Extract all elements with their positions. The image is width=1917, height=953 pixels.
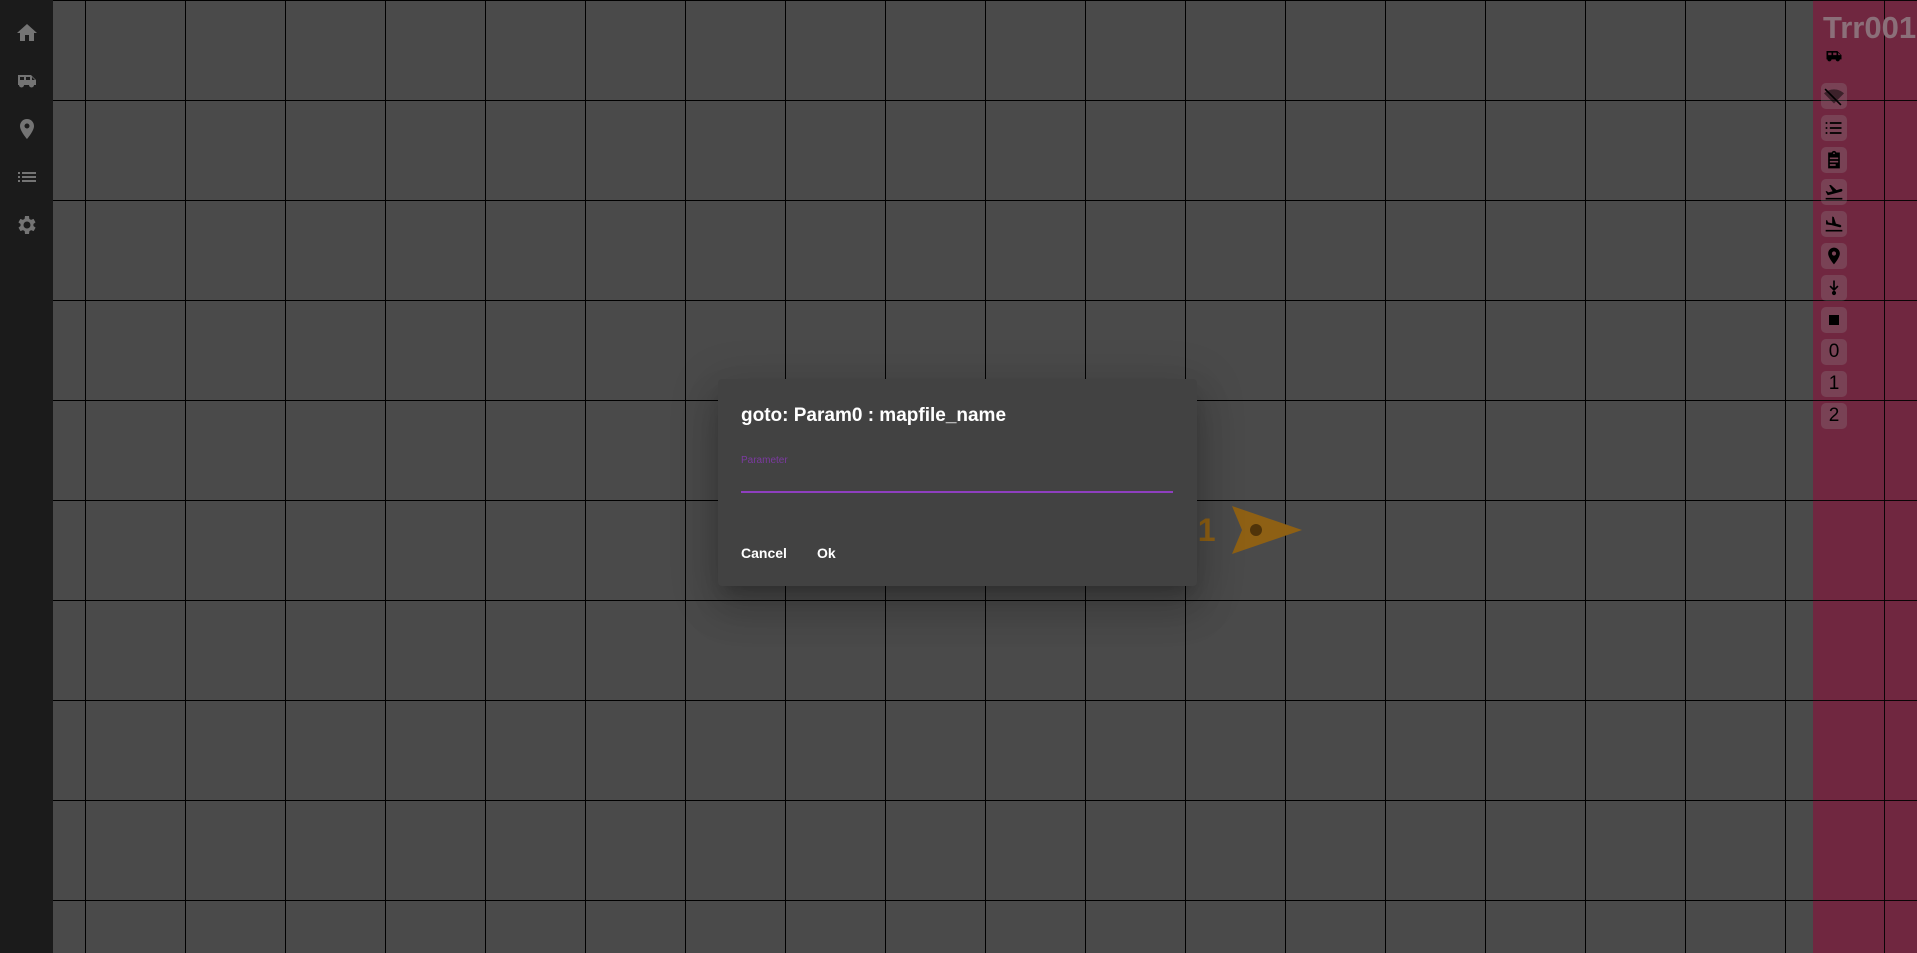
param-input[interactable] (741, 467, 1173, 493)
ok-button[interactable]: Ok (805, 535, 848, 571)
param-field-label: Parameter (741, 455, 788, 466)
dialog-title: goto: Param0 : mapfile_name (741, 405, 1007, 426)
cancel-button[interactable]: Cancel (729, 535, 799, 571)
param-dialog: goto: Param0 : mapfile_name Parameter Ca… (718, 379, 1197, 586)
app-root: 01 Trr001 0 1 2 goto: Param0: mapfile_n… (0, 0, 1917, 953)
